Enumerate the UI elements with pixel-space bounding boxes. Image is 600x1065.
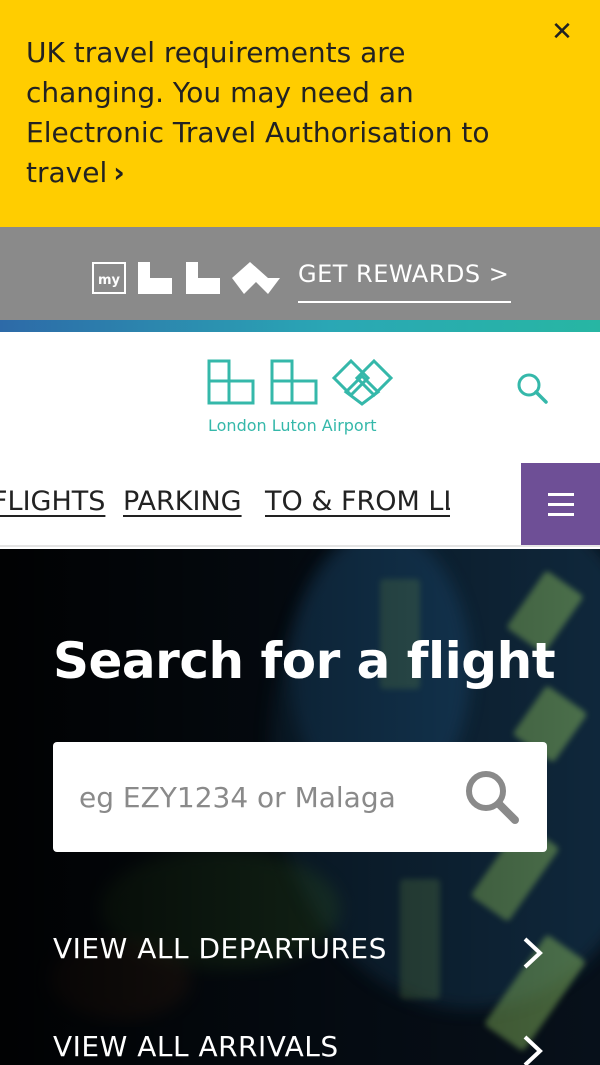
lla-logo[interactable] [206,358,396,408]
view-all-departures-label: VIEW ALL DEPARTURES [53,932,387,965]
chevron-right-icon [523,1035,543,1065]
my-lla-logo[interactable]: my [92,260,282,296]
nav-scroller[interactable]: FLIGHTS PARKING TO & FROM LLA [0,462,450,545]
view-all-arrivals-link[interactable]: VIEW ALL ARRIVALS [53,1030,553,1065]
view-all-arrivals-label: VIEW ALL ARRIVALS [53,1030,339,1063]
chevron-right-icon [523,937,543,969]
logo-text: London Luton Airport [208,416,377,435]
travel-alert-link[interactable]: UK travel requirements are changing. You… [26,33,526,193]
main-nav: FLIGHTS PARKING TO & FROM LLA [0,462,600,547]
hero-title: Search for a flight [53,632,556,690]
hamburger-icon [548,493,574,496]
nav-item-parking[interactable]: PARKING [123,486,242,517]
travel-alert-banner: UK travel requirements are changing. You… [0,0,600,227]
view-all-departures-link[interactable]: VIEW ALL DEPARTURES [53,932,553,982]
flight-search-box [53,742,547,852]
nav-item-flights[interactable]: FLIGHTS [0,486,105,517]
my-logo-label: my [98,273,121,288]
nav-item-to-from-lla[interactable]: TO & FROM LLA [265,486,450,517]
flight-search-input[interactable] [53,742,453,852]
search-icon[interactable] [461,766,523,828]
close-icon[interactable]: ✕ [546,16,578,48]
chevron-right-icon: › [113,156,125,189]
hamburger-menu-button[interactable] [521,463,600,545]
search-icon[interactable] [514,370,550,406]
get-rewards-link[interactable]: GET REWARDS > [298,255,512,303]
travel-alert-text: UK travel requirements are changing. You… [26,36,490,189]
gradient-divider [0,320,600,332]
